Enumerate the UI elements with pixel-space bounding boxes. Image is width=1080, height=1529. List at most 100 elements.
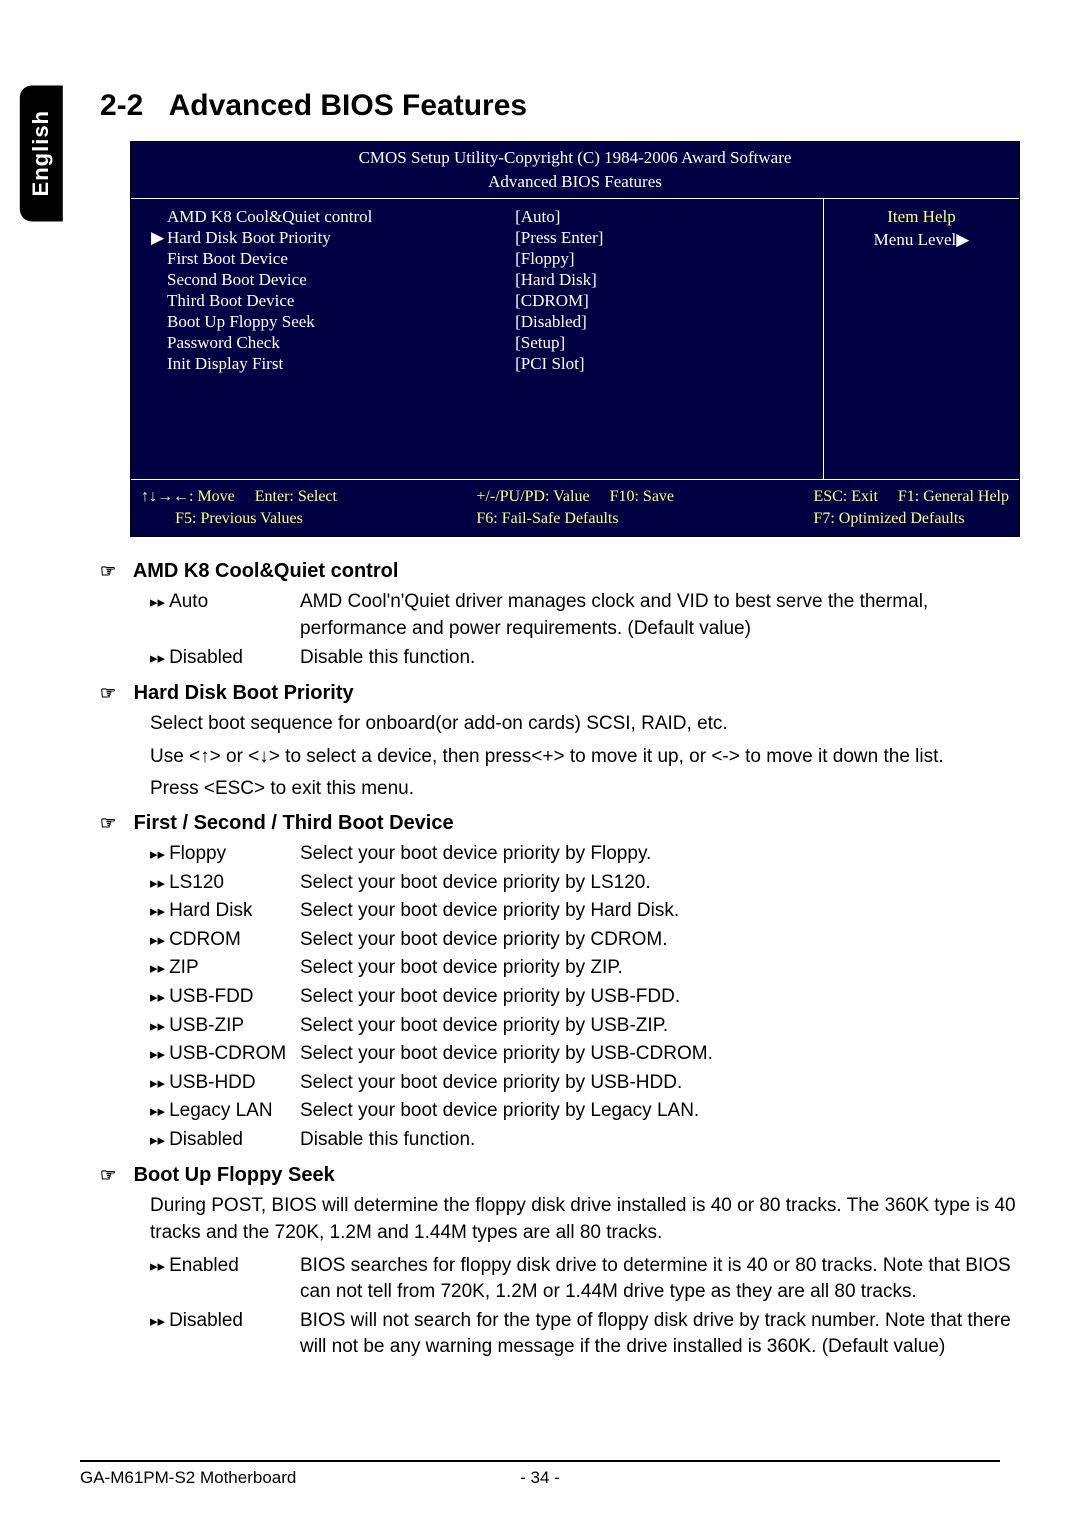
option-heading-floppyseek: Boot Up Floppy Seek (134, 1164, 335, 1186)
bios-setting-label: Third Boot Device (151, 289, 515, 310)
bios-key-select: Enter: Select (255, 488, 337, 505)
option-desc: Select your boot device priority by Lega… (300, 1098, 1020, 1125)
bios-setting-value: [Press Enter] (515, 226, 813, 247)
option-key: USB-ZIP (169, 1015, 244, 1036)
fwd-icon: ▸▸ (150, 846, 165, 863)
option-key: Auto (169, 591, 208, 612)
fwd-icon: ▸▸ (150, 932, 165, 949)
bios-setting-name: Password Check (167, 333, 280, 352)
option-row: ▸▸USB-FDDSelect your boot device priorit… (150, 984, 1020, 1011)
option-row: ▸▸USB-HDDSelect your boot device priorit… (150, 1070, 1020, 1097)
bios-key-help: F1: General Help (898, 488, 1009, 505)
bios-setting-name: Init Display First (167, 354, 283, 373)
bios-setting-label: AMD K8 Cool&Quiet control (151, 205, 515, 226)
bios-item-help: Item Help (832, 205, 1011, 229)
bios-settings-pane: AMD K8 Cool&Quiet control▶Hard Disk Boot… (131, 199, 824, 479)
option-row: ▸▸Hard DiskSelect your boot device prior… (150, 898, 1020, 925)
option-desc: Select your boot device priority by ZIP. (300, 955, 1020, 982)
page-footer: GA-M61PM-S2 Motherboard - 34 - (80, 1460, 1000, 1490)
option-row: ▸▸CDROM Select your boot device priority … (150, 927, 1020, 954)
bios-key-failsafe: F6: Fail-Safe Defaults (476, 508, 674, 530)
option-row: ▸▸Auto AMD Cool'n'Quiet driver manages c… (150, 589, 1020, 642)
bios-setting-value: [Auto] (515, 205, 813, 226)
bios-setting-value: [Floppy] (515, 247, 813, 268)
fwd-icon: ▸▸ (150, 1313, 165, 1330)
bios-setting-value: [Hard Disk] (515, 268, 813, 289)
option-key: Floppy (169, 843, 226, 864)
bios-setting-name: AMD K8 Cool&Quiet control (167, 207, 372, 226)
option-desc: AMD Cool'n'Quiet driver manages clock an… (300, 589, 1020, 642)
option-text: During POST, BIOS will determine the flo… (150, 1193, 1020, 1246)
option-text: Use <↑> or <↓> to select a device, then … (150, 744, 1020, 771)
option-row: ▸▸Disabled Disable this function. (150, 645, 1020, 672)
bios-setting-name: Second Boot Device (167, 270, 307, 289)
option-desc: Select your boot device priority by CDRO… (300, 927, 1020, 954)
option-key: Disabled (169, 1129, 243, 1150)
section-number: 2-2 (100, 89, 143, 122)
bios-footer: ↑↓→←: Move Enter: Select F5: Previous Va… (131, 479, 1019, 537)
option-desc: BIOS searches for floppy disk drive to d… (300, 1253, 1020, 1306)
bios-setting-label: Init Display First (151, 352, 515, 373)
hand-icon: ☞ (100, 681, 128, 706)
footer-page-number: - 34 - (490, 1466, 590, 1490)
bios-setting-label: Second Boot Device (151, 268, 515, 289)
option-heading-amd: AMD K8 Cool&Quiet control (133, 560, 399, 582)
option-key: LS120 (169, 872, 224, 893)
option-row: ▸▸USB-ZIPSelect your boot device priorit… (150, 1013, 1020, 1040)
option-desc: Select your boot device priority by USB-… (300, 984, 1020, 1011)
option-key: CDROM (169, 929, 241, 950)
option-desc: Select your boot device priority by USB-… (300, 1013, 1020, 1040)
fwd-icon: ▸▸ (150, 1103, 165, 1120)
bios-setting-label: Boot Up Floppy Seek (151, 310, 515, 331)
option-row: ▸▸FloppySelect your boot device priority… (150, 841, 1020, 868)
option-key: Enabled (169, 1255, 239, 1276)
fwd-icon: ▸▸ (150, 1132, 165, 1149)
section-heading: 2-2 Advanced BIOS Features (100, 85, 1020, 127)
bios-header: CMOS Setup Utility-Copyright (C) 1984-20… (131, 142, 1019, 199)
bios-screenshot: CMOS Setup Utility-Copyright (C) 1984-20… (130, 141, 1020, 537)
bios-menu-level: Menu Level▶ (832, 228, 1011, 252)
option-desc: BIOS will not search for the type of flo… (300, 1308, 1020, 1361)
footer-board: GA-M61PM-S2 Motherboard (80, 1466, 490, 1490)
bios-key-exit: ESC: Exit (813, 488, 877, 505)
option-row: ▸▸Disabled BIOS will not search for the … (150, 1308, 1020, 1361)
option-key: USB-HDD (169, 1072, 256, 1093)
bios-header-line2: Advanced BIOS Features (131, 170, 1019, 194)
option-desc: Select your boot device priority by USB-… (300, 1041, 1020, 1068)
bios-setting-value: [PCI Slot] (515, 352, 813, 373)
option-row: ▸▸Disabled Disable this function. (150, 1127, 1020, 1154)
fwd-icon: ▸▸ (150, 903, 165, 920)
bios-setting-value: [CDROM] (515, 289, 813, 310)
bios-help-pane: Item Help Menu Level▶ (824, 199, 1019, 479)
documentation-body: ☞ AMD K8 Cool&Quiet control ▸▸Auto AMD C… (100, 557, 1020, 1361)
fwd-icon: ▸▸ (150, 1258, 165, 1275)
bios-key-value: +/-/PU/PD: Value (476, 488, 589, 505)
page-content: 2-2 Advanced BIOS Features CMOS Setup Ut… (100, 85, 1020, 1369)
option-row: ▸▸ZIP Select your boot device priority by… (150, 955, 1020, 982)
option-desc: Select your boot device priority by LS12… (300, 870, 1020, 897)
option-text: Select boot sequence for onboard(or add-… (150, 711, 1020, 738)
fwd-icon: ▸▸ (150, 960, 165, 977)
bios-setting-value: [Disabled] (515, 310, 813, 331)
option-row: ▸▸LS120 Select your boot device priority … (150, 870, 1020, 897)
language-tab: English (20, 85, 63, 221)
hand-icon: ☞ (100, 811, 128, 836)
option-desc: Select your boot device priority by USB-… (300, 1070, 1020, 1097)
fwd-icon: ▸▸ (150, 650, 165, 667)
option-key: Disabled (169, 647, 243, 668)
bios-setting-name: Boot Up Floppy Seek (167, 312, 315, 331)
option-text: Press <ESC> to exit this menu. (150, 776, 1020, 803)
option-row: ▸▸Legacy LAN Select your boot device prio… (150, 1098, 1020, 1125)
option-key: Legacy LAN (169, 1100, 273, 1121)
bios-setting-value: [Setup] (515, 331, 813, 352)
option-key: Hard Disk (169, 900, 252, 921)
fwd-icon: ▸▸ (150, 875, 165, 892)
option-desc: Disable this function. (300, 1127, 1020, 1154)
option-desc: Disable this function. (300, 645, 1020, 672)
fwd-icon: ▸▸ (150, 1046, 165, 1063)
bios-setting-label: ▶Hard Disk Boot Priority (151, 226, 515, 247)
option-key: USB-FDD (169, 986, 253, 1007)
bios-setting-name: First Boot Device (167, 249, 288, 268)
option-row: ▸▸Enabled BIOS searches for floppy disk … (150, 1253, 1020, 1306)
option-key: ZIP (169, 957, 199, 978)
